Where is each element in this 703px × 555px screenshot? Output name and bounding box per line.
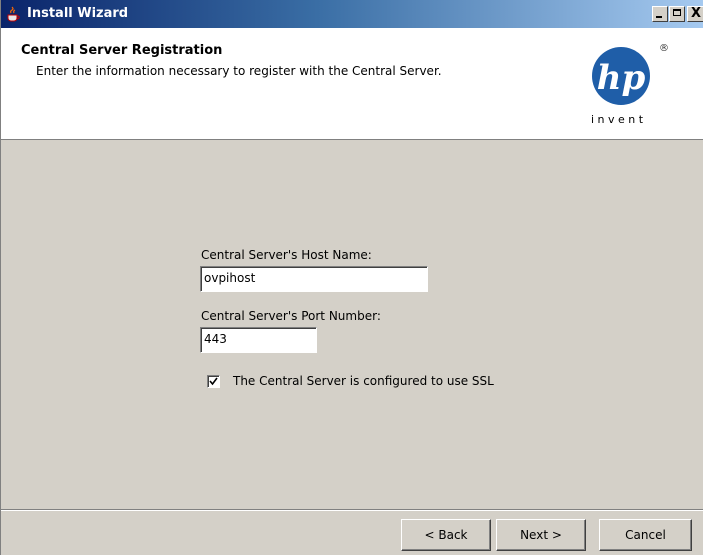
minimize-button[interactable] — [652, 6, 668, 22]
title-bar[interactable]: Install Wizard X — [1, 0, 703, 28]
page-title: Central Server Registration — [21, 43, 223, 58]
hp-logo: hp ® i n v e n t — [586, 38, 696, 138]
hp-logo-mark: hp — [597, 58, 646, 98]
java-cup-icon — [5, 6, 21, 22]
page-subtitle: Enter the information necessary to regis… — [36, 64, 442, 78]
install-wizard-window: Install Wizard X Central Server Registra… — [0, 0, 703, 555]
wizard-header: Central Server Registration Enter the in… — [1, 28, 703, 140]
port-number-input[interactable]: 443 — [200, 327, 317, 353]
port-number-label: Central Server's Port Number: — [201, 309, 381, 323]
host-name-input[interactable]: ovpihost — [200, 266, 428, 292]
checkmark-icon — [209, 377, 218, 386]
window-title: Install Wizard — [27, 6, 129, 21]
next-button[interactable]: Next > — [496, 519, 586, 551]
hp-tagline: i n v e n t — [591, 113, 644, 126]
close-icon: X — [691, 6, 702, 21]
ssl-checkbox-label[interactable]: The Central Server is configured to use … — [233, 374, 494, 388]
registered-mark: ® — [659, 43, 669, 54]
back-button[interactable]: < Back — [401, 519, 491, 551]
cancel-button[interactable]: Cancel — [599, 519, 692, 551]
close-button[interactable]: X — [687, 6, 703, 22]
ssl-checkbox[interactable] — [207, 375, 220, 388]
maximize-button[interactable] — [669, 6, 685, 22]
wizard-content: Central Server's Host Name: ovpihost Cen… — [1, 140, 703, 509]
host-name-label: Central Server's Host Name: — [201, 248, 372, 262]
wizard-footer: < Back Next > Cancel — [1, 509, 703, 555]
